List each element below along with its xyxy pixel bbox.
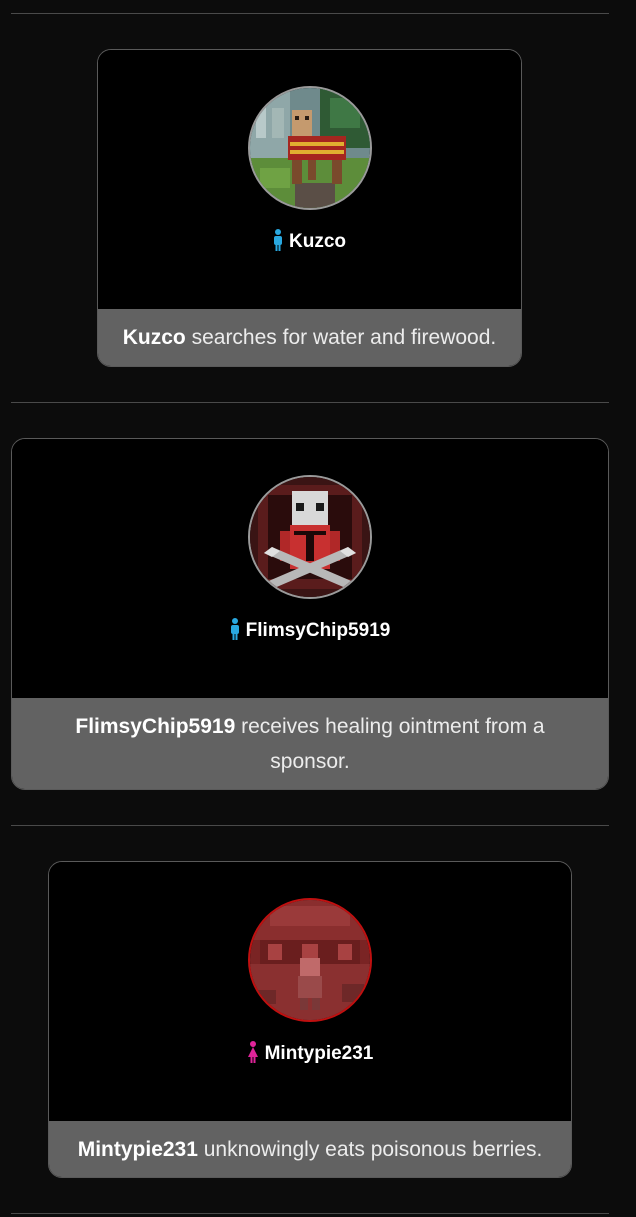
event-feed: Kuzco Kuzco searches for water and firew… — [0, 0, 636, 1217]
tribute-name: FlimsyChip5919 — [245, 620, 391, 641]
event-card-header: Kuzco — [98, 50, 521, 309]
tribute-avatar-deceased — [248, 898, 372, 1022]
event-caption: Mintypie231 unknowingly eats poisonous b… — [49, 1121, 571, 1177]
caption-action: unknowingly eats poisonous berries. — [197, 1138, 543, 1161]
divider — [11, 825, 609, 826]
tribute-avatar — [247, 86, 372, 210]
event-card-header: FlimsyChip5919 — [12, 439, 608, 698]
divider — [11, 402, 609, 403]
tribute-name: Mintypie231 — [264, 1043, 374, 1064]
tribute-name-row: Mintypie231 — [49, 1041, 571, 1066]
caption-tribute-name: Kuzco — [122, 326, 186, 349]
male-person-icon — [230, 618, 240, 641]
tribute-avatar — [248, 475, 372, 599]
divider — [11, 1213, 609, 1214]
caption-action: searches for water and firewood. — [185, 326, 497, 349]
divider — [11, 13, 609, 14]
caption-tribute-name: Mintypie231 — [77, 1138, 198, 1161]
female-person-icon — [247, 1041, 259, 1064]
caption-tribute-name: FlimsyChip5919 — [75, 715, 236, 738]
caption-action: receives healing ointment from a sponsor… — [235, 715, 545, 773]
avatar-image — [250, 477, 370, 597]
tribute-name-row: Kuzco — [98, 229, 521, 254]
tribute-name: Kuzco — [289, 231, 346, 252]
event-card-kuzco: Kuzco Kuzco searches for water and firew… — [97, 49, 522, 367]
male-person-icon — [273, 229, 283, 252]
event-card-header: Mintypie231 — [49, 862, 571, 1121]
event-card-mintypie231: Mintypie231 Mintypie231 unknowingly eats… — [48, 861, 572, 1178]
event-caption: FlimsyChip5919 receives healing ointment… — [12, 698, 608, 789]
event-card-flimsychip5919: FlimsyChip5919 FlimsyChip5919 receives h… — [11, 438, 609, 790]
avatar-image — [250, 900, 370, 1020]
tribute-name-row: FlimsyChip5919 — [12, 618, 608, 643]
event-caption: Kuzco searches for water and firewood. — [98, 309, 521, 366]
avatar-image — [249, 88, 370, 208]
